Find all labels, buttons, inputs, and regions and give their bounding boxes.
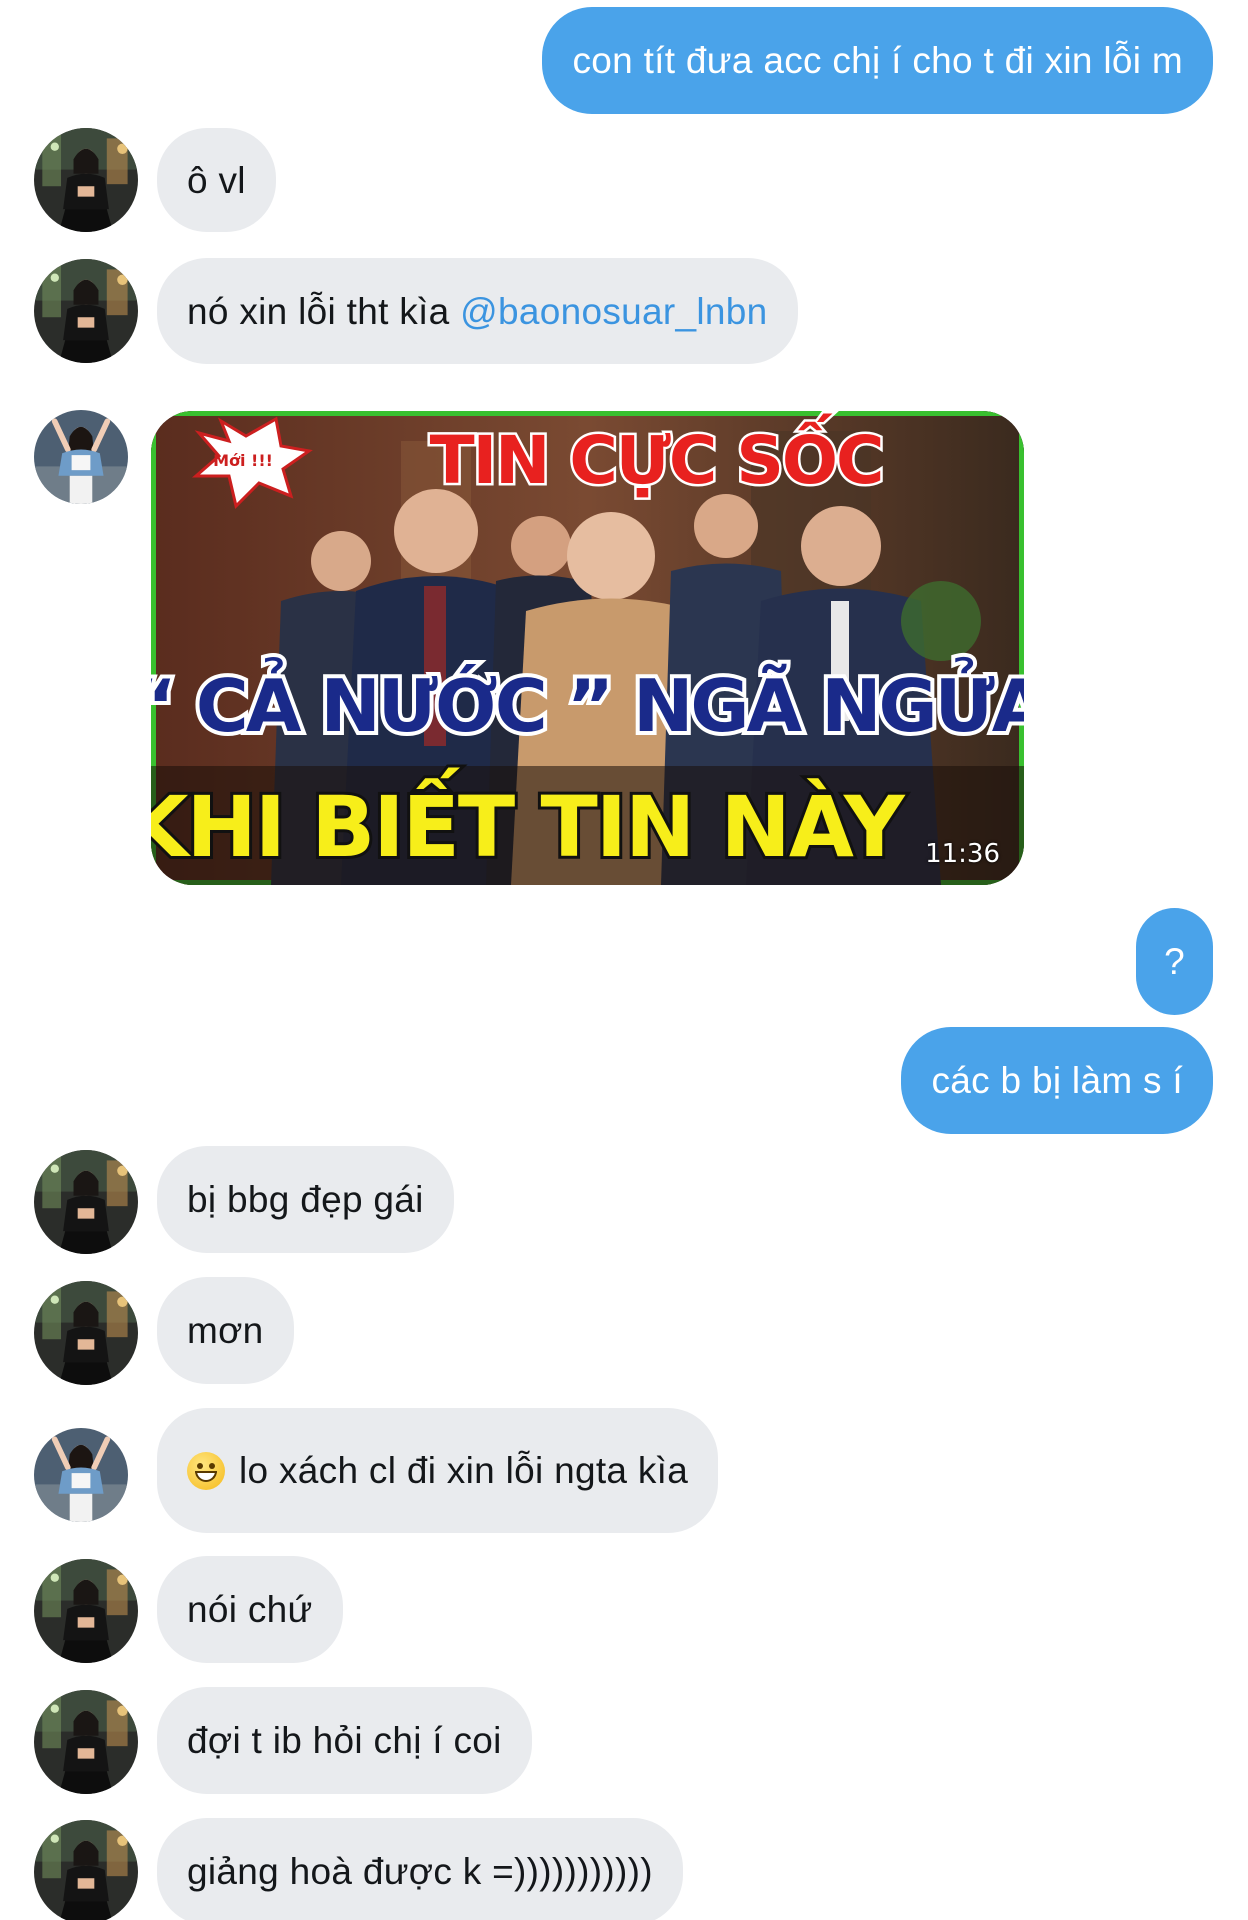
avatar-user-a[interactable]	[34, 1820, 138, 1920]
avatar-user-b[interactable]	[34, 410, 128, 504]
message-text: ô vl	[187, 159, 246, 201]
message-bubble-incoming[interactable]: lo xách cl đi xin lỗi ngta kìa	[157, 1408, 719, 1533]
message-bubble-incoming[interactable]: đợi t ib hỏi chị í coi	[157, 1687, 532, 1794]
avatar-user-a[interactable]	[34, 1150, 138, 1254]
message-bubble-incoming[interactable]: mơn	[157, 1277, 294, 1384]
message-text: mơn	[187, 1310, 264, 1351]
message-bubble-incoming[interactable]: bị bbg đẹp gái	[157, 1146, 454, 1253]
message-bubble-incoming[interactable]: nó xin lỗi tht kìa @baonosuar_lnbn	[157, 258, 798, 364]
message-text: đợi t ib hỏi chị í coi	[187, 1720, 502, 1761]
message-text: các b bị làm s í	[931, 1060, 1183, 1101]
message-text: nói chứ	[187, 1589, 313, 1630]
message-bubble-incoming[interactable]: nói chứ	[157, 1556, 343, 1663]
avatar-user-b[interactable]	[34, 1428, 128, 1522]
grinning-face-emoji-icon	[187, 1451, 225, 1490]
message-bubble-outgoing[interactable]: ?	[1136, 908, 1213, 1015]
user-mention-link[interactable]: @baonosuar_lnbn	[460, 293, 767, 330]
message-text: nó xin lỗi tht kìa	[187, 290, 461, 332]
message-text: ?	[1164, 941, 1185, 982]
thumbnail-caption-line-1: “ CẢ NƯỚC ” NGÃ NGỬA	[151, 658, 1024, 748]
avatar-user-a[interactable]	[34, 259, 138, 363]
message-bubble-incoming[interactable]: giảng hoà được k =)))))))))))	[157, 1818, 683, 1920]
avatar-user-a[interactable]	[34, 1690, 138, 1794]
video-thumbnail-image: Mới !!! TIN CỰC SỐC “ CẢ NƯỚC ” NGÃ NGỬA…	[151, 411, 1024, 885]
message-bubble-outgoing[interactable]: con tít đưa acc chị í cho t đi xin lỗi m	[542, 7, 1213, 114]
thumbnail-badge-text: Mới !!!	[213, 451, 273, 470]
thumbnail-caption-line-2: KHI BIẾT TIN NÀY	[151, 767, 906, 876]
avatar-user-a[interactable]	[34, 1281, 138, 1385]
thumbnail-headline: TIN CỰC SỐC	[430, 413, 883, 499]
message-text: con tít đưa acc chị í cho t đi xin lỗi m	[572, 40, 1183, 81]
video-thumbnail[interactable]: Mới !!! TIN CỰC SỐC “ CẢ NƯỚC ” NGÃ NGỬA…	[151, 411, 1024, 885]
avatar-user-a[interactable]	[34, 128, 138, 232]
avatar-user-a[interactable]	[34, 1559, 138, 1663]
message-text: bị bbg đẹp gái	[187, 1179, 424, 1220]
message-text: giảng hoà được k =)))))))))))	[187, 1851, 653, 1892]
message-bubble-incoming[interactable]: ô vl	[157, 128, 276, 232]
message-bubble-outgoing[interactable]: các b bị làm s í	[901, 1027, 1213, 1134]
message-text: lo xách cl đi xin lỗi ngta kìa	[239, 1450, 689, 1491]
video-duration: 11:36	[925, 839, 1000, 869]
